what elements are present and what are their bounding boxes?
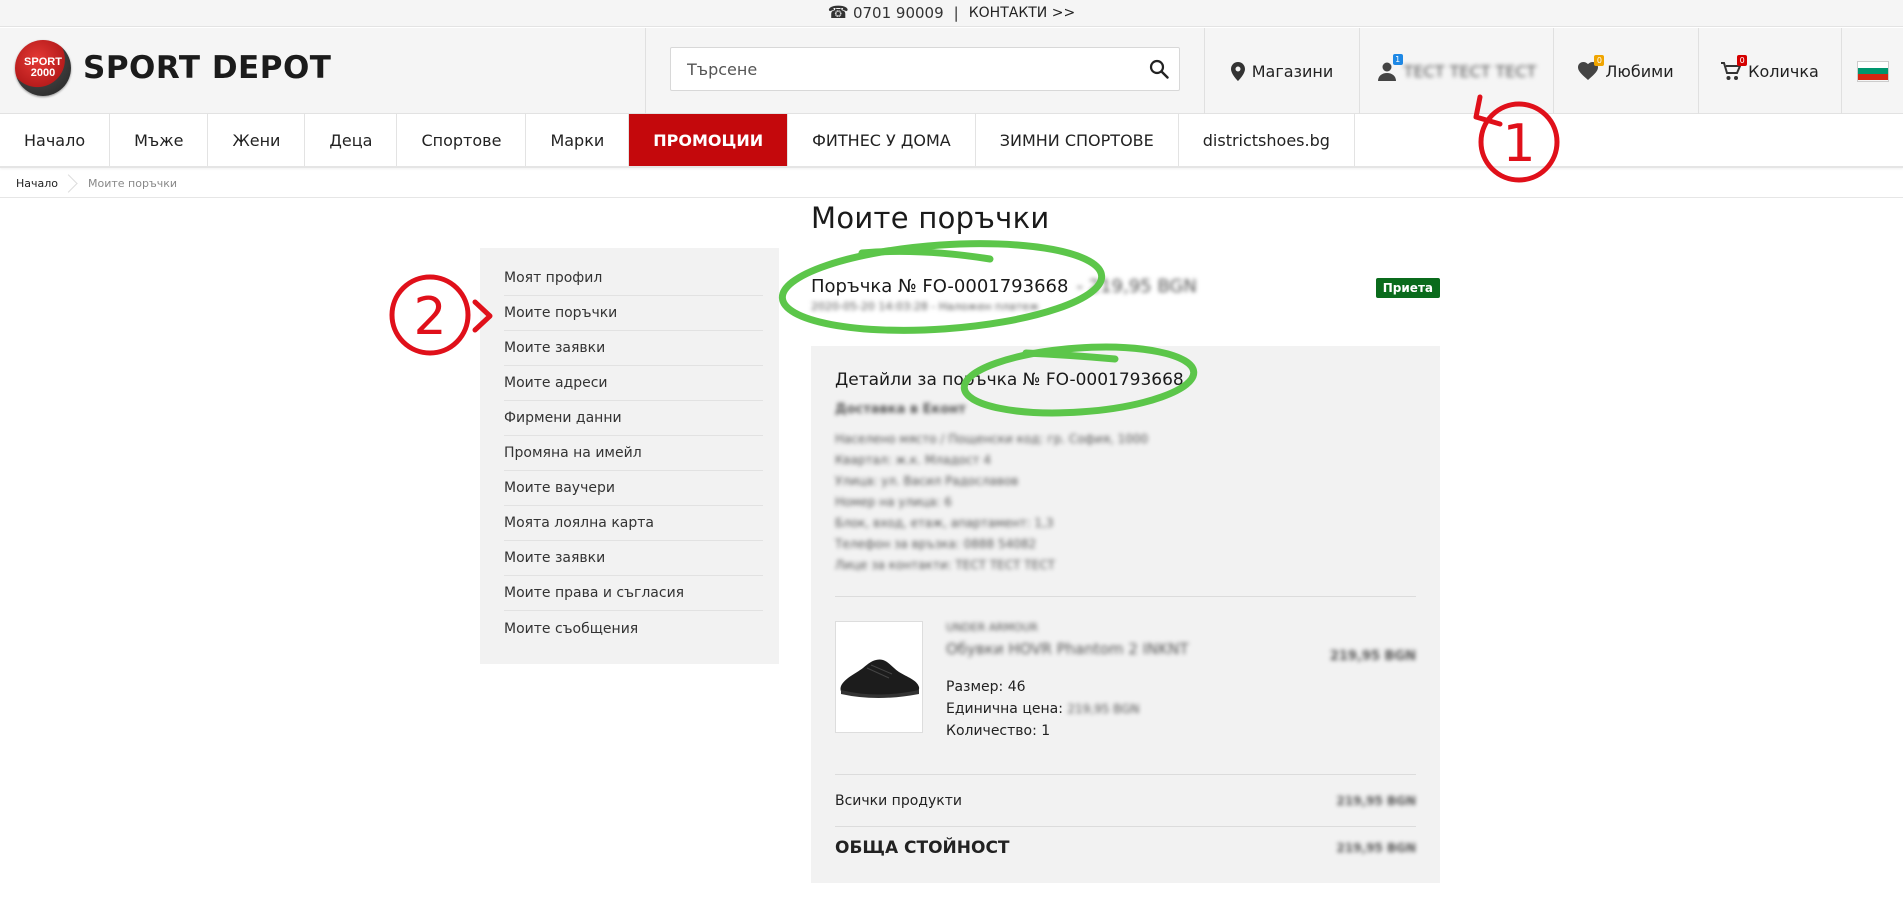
menu-item-kids[interactable]: Деца [305,114,398,166]
logo-badge-line2: 2000 [30,67,56,79]
grand-total-amount: 219,95 BGN [1336,841,1416,855]
product-brand: UNDER ARMOUR [946,621,1038,634]
order-title-row[interactable]: Поръчка № FO-0001793668 - 219,95 BGN [811,276,1440,297]
search-box [670,47,1180,91]
breadcrumb-chevron-icon [66,172,80,196]
breadcrumb-current: Моите поръчки [88,177,178,190]
order-details-card: Детайли за поръчка № FO-0001793668 Доста… [811,346,1440,883]
search-area [645,28,1205,114]
sidebar-item-addresses[interactable]: Моите адреси [504,366,763,401]
breadcrumb: Начало Моите поръчки [0,170,1903,198]
contacts-link[interactable]: КОНТАКТИ >> [969,5,1076,21]
favorites-label: Любими [1605,61,1674,81]
menu-item-promotions[interactable]: ПРОМОЦИИ [629,114,789,166]
top-contact-bar: ☎ 0701 90009 | КОНТАКТИ >> [0,0,1903,27]
order-subline: 2020-05-20 14:03:28 - Наложен платеж [811,300,1039,313]
all-products-amount: 219,95 BGN [1336,793,1416,808]
search-input[interactable] [671,48,1139,90]
product-image[interactable] [835,621,923,733]
sidebar-item-profile[interactable]: Моят профил [504,261,763,296]
product-size: Размер: 46 [946,679,1026,695]
main-menu: Начало Мъже Жени Деца Спортове Марки ПРО… [0,114,1903,168]
user-icon: 1 [1377,54,1403,81]
shoe-icon [840,659,920,698]
cart-badge: 0 [1737,54,1748,66]
marker-number-2: 2 [413,287,446,347]
menu-item-winter-sports[interactable]: ЗИМНИ СПОРТОВЕ [976,114,1179,166]
sidebar-item-requests[interactable]: Моите заявки [504,331,763,366]
product-price: 219,95 BGN [1329,649,1416,664]
sidebar-item-vouchers[interactable]: Моите ваучери [504,471,763,506]
product-name[interactable]: Обувки HOVR Phantom 2 INKNT [946,640,1189,658]
breadcrumb-home[interactable]: Начало [16,177,58,190]
product-info: UNDER ARMOUR Обувки HOVR Phantom 2 INKNT… [946,621,1189,742]
product-unit-price-label: Единична цена: [946,701,1063,717]
all-products-label: Всички продукти [835,792,962,809]
sidebar-item-loyalty-card[interactable]: Моята лоялна карта [504,506,763,541]
product-unit-price: 219,95 BGN [1067,702,1140,716]
address-line: Блок, вход, етаж, апартамент: 1,3 [835,516,1054,530]
heart-icon: 0 [1578,55,1605,80]
logo-badge: SPORT 2000 [15,40,71,96]
divider [835,596,1416,597]
logo-text: SPORT DEPOT [83,50,332,86]
favorites-badge: 0 [1594,55,1605,66]
address-line: Лице за контакти: ТЕСТ ТЕСТ ТЕСТ [835,558,1055,572]
status-badge: Приета [1375,278,1440,298]
order-product: UNDER ARMOUR Обувки HOVR Phantom 2 INKNT… [835,621,1416,742]
cart-link[interactable]: 0 Количка [1698,28,1841,114]
sidebar-item-company-data[interactable]: Фирмени данни [504,401,763,436]
order-price: - 219,95 BGN [1076,276,1197,297]
stores-link[interactable]: Магазини [1204,28,1359,114]
delivery-method: Доставка в Еконт [835,402,966,417]
phone-number[interactable]: 0701 90009 [853,4,944,22]
topbar-separator: | [953,4,959,22]
menu-item-districtshoes[interactable]: districtshoes.bg [1179,114,1355,166]
sidebar-item-rights-consents[interactable]: Моите права и съгласия [504,576,763,611]
menu-item-women[interactable]: Жени [208,114,306,166]
phone-icon: ☎ [827,3,849,23]
address-line: Номер на улица: 6 [835,495,952,509]
cart-label: Количка [1748,61,1819,81]
menu-item-brands[interactable]: Марки [526,114,630,166]
address-line: Населено място / Пощенски код: гр. София… [835,432,1149,446]
page-title: Моите поръчки [811,201,1050,235]
product-quantity: Количество: 1 [946,723,1051,739]
favorites-link[interactable]: 0 Любими [1553,28,1698,114]
location-pin-icon [1230,61,1245,81]
account-sidebar: Моят профил Моите поръчки Моите заявки М… [480,248,779,664]
user-badge: 1 [1392,54,1403,65]
site-header: SPORT 2000 SPORT DEPOT Магазини 1 ТЕСТ Т… [0,28,1903,114]
highlight-stroke-order [858,247,994,263]
order-details-title: Детайли за поръчка № FO-0001793668 [835,370,1184,390]
menu-item-sports[interactable]: Спортове [397,114,527,166]
sidebar-item-messages[interactable]: Моите съобщения [504,611,763,646]
sidebar-item-orders[interactable]: Моите поръчки [504,296,763,331]
all-products-row: Всички продукти 219,95 BGN [835,775,1416,827]
address-line: Квартал: ж.к. Младост 4 [835,453,991,467]
product-unit-price-row: Единична цена: 219,95 BGN [946,698,1189,720]
address-line: Телефон за връзка: 0888 54082 [835,537,1037,551]
delivery-address: Населено място / Пощенски код: гр. София… [835,429,1416,576]
menu-item-home-fitness[interactable]: ФИТНЕС У ДОМА [788,114,976,166]
bulgarian-flag-icon [1856,60,1889,82]
stores-label: Магазини [1251,61,1334,81]
sidebar-item-requests-2[interactable]: Моите заявки [504,541,763,576]
marker-circle-2 [389,274,471,356]
search-icon[interactable] [1139,59,1179,79]
grand-total-label: ОБЩА СТОЙНОСТ [835,838,1010,858]
sidebar-item-change-email[interactable]: Промяна на имейл [504,436,763,471]
grand-total-row: ОБЩА СТОЙНОСТ 219,95 BGN [835,827,1416,869]
product-meta: Размер: 46 Единична цена: 219,95 BGN Кол… [946,676,1189,742]
user-name: ТЕСТ ТЕСТ ТЕСТ [1403,61,1537,81]
address-line: Улица: ул. Васил Радославов [835,474,1019,488]
site-logo[interactable]: SPORT 2000 SPORT DEPOT [15,40,331,96]
menu-item-home[interactable]: Начало [0,114,111,166]
order-number: Поръчка № FO-0001793668 [811,276,1069,297]
cart-icon: 0 [1721,54,1748,81]
user-account-link[interactable]: 1 ТЕСТ ТЕСТ ТЕСТ [1359,28,1553,114]
menu-item-men[interactable]: Мъже [110,114,209,166]
order-header: Поръчка № FO-0001793668 - 219,95 BGN 202… [811,276,1440,313]
language-switcher[interactable] [1841,28,1903,114]
